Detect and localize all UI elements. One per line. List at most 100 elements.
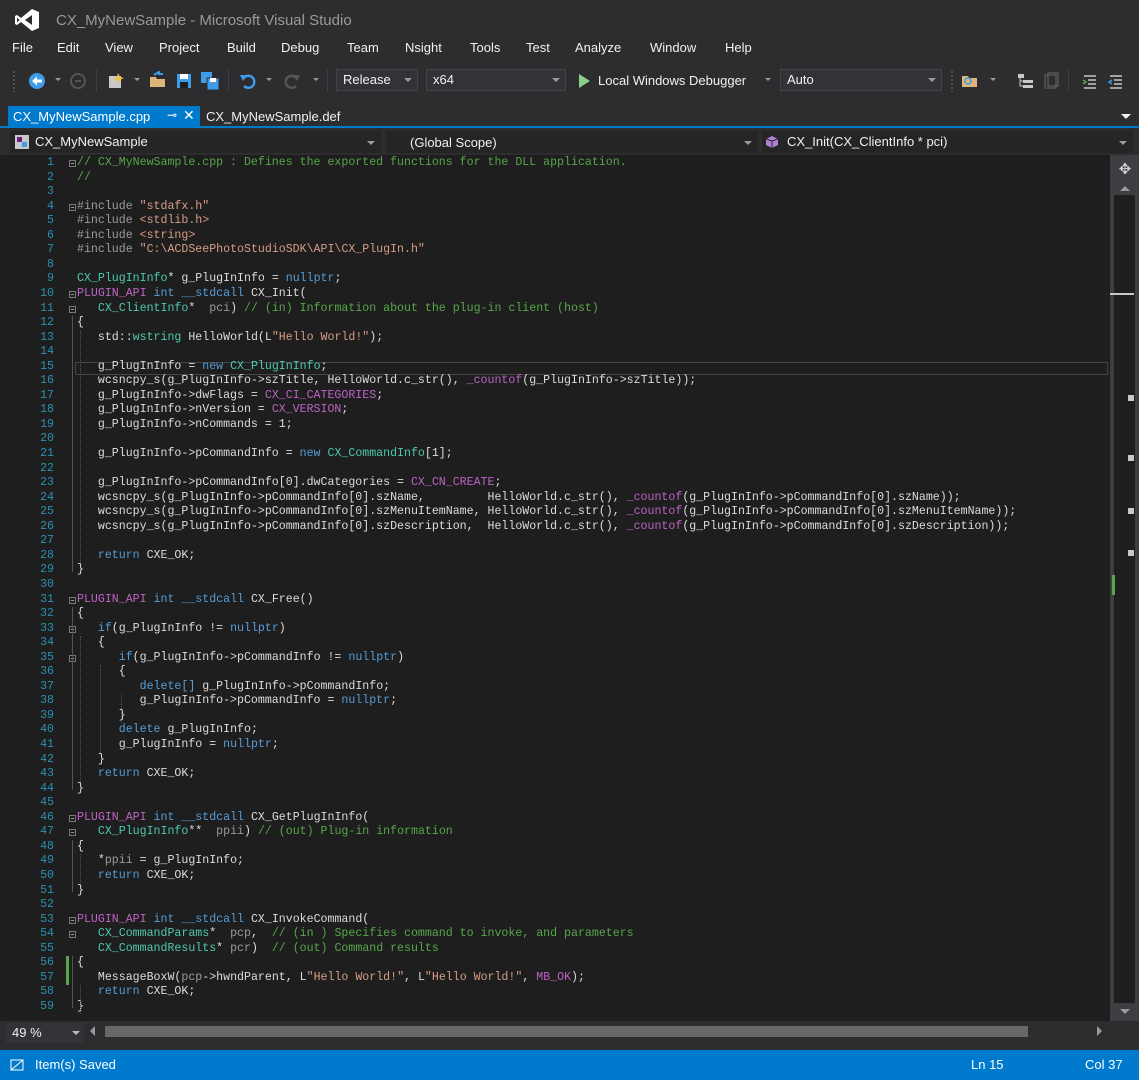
code-line[interactable]: {	[77, 840, 84, 855]
save-all-icon[interactable]	[200, 71, 220, 91]
code-line[interactable]: MessageBoxW(pcp->hwndParent, L"Hello Wor…	[77, 971, 585, 986]
code-line[interactable]: g_PlugInInfo = new CX_PlugInInfo;	[77, 360, 328, 375]
outline-collapse-icon[interactable]	[69, 290, 76, 298]
code-line[interactable]: g_PlugInInfo->nCommands = 1;	[77, 418, 293, 433]
code-line[interactable]: g_PlugInInfo->pCommandInfo[0].dwCategori…	[77, 476, 502, 491]
code-line[interactable]: #include "stdafx.h"	[77, 200, 209, 215]
menu-project[interactable]: Project	[159, 40, 199, 55]
code-line[interactable]: std::wstring HelloWorld(L"Hello World!")…	[77, 331, 383, 346]
scroll-down-icon[interactable]	[1120, 1009, 1130, 1014]
code-line[interactable]: #include "C:\ACDSeePhotoStudioSDK\API\CX…	[77, 243, 425, 258]
code-line[interactable]: g_PlugInInfo = nullptr;	[77, 738, 279, 753]
code-line[interactable]: CX_ClientInfo* pci) // (in) Information …	[77, 302, 599, 317]
code-line[interactable]: g_PlugInInfo->pCommandInfo = nullptr;	[77, 694, 397, 709]
tab-active-label[interactable]: CX_MyNewSample.cpp	[13, 109, 150, 124]
code-line[interactable]: #include <stdlib.h>	[77, 214, 209, 229]
menu-view[interactable]: View	[105, 40, 133, 55]
debugger-dropdown-icon[interactable]	[765, 78, 771, 81]
find-in-files-icon[interactable]	[960, 71, 980, 91]
undo-icon[interactable]	[238, 71, 258, 91]
code-line[interactable]: return CXE_OK;	[77, 985, 195, 1000]
scroll-right-icon[interactable]	[1097, 1026, 1102, 1036]
solution-configuration-select[interactable]: Release	[336, 69, 418, 91]
code-line[interactable]: //	[77, 171, 91, 186]
scroll-map[interactable]	[1114, 195, 1135, 1003]
find-dropdown-icon[interactable]	[990, 78, 996, 81]
code-line[interactable]: wcsncpy_s(g_PlugInInfo->pCommandInfo[0].…	[77, 520, 1009, 535]
code-line[interactable]: {	[77, 636, 105, 651]
debug-mode-select[interactable]: Auto	[780, 69, 942, 91]
code-editor[interactable]: 1 // CX_MyNewSample.cpp : Defines the exp…	[0, 155, 1110, 1021]
code-line[interactable]: wcsncpy_s(g_PlugInInfo->pCommandInfo[0].…	[77, 491, 961, 506]
code-line[interactable]: g_PlugInInfo->nVersion = CX_VERSION;	[77, 403, 349, 418]
scroll-up-icon[interactable]	[1120, 186, 1130, 191]
code-line[interactable]: return CXE_OK;	[77, 869, 195, 884]
code-line[interactable]: // CX_MyNewSample.cpp : Defines the expo…	[77, 156, 627, 171]
code-line[interactable]: }	[77, 563, 84, 578]
new-project-dropdown-icon[interactable]	[134, 78, 140, 81]
code-line[interactable]: delete g_PlugInInfo;	[77, 723, 258, 738]
code-line[interactable]: PLUGIN_API int __stdcall CX_InvokeComman…	[77, 913, 369, 928]
tab-overflow-dropdown-icon[interactable]	[1121, 114, 1131, 119]
menu-window[interactable]: Window	[650, 40, 696, 55]
code-line[interactable]: g_PlugInInfo->pCommandInfo = new CX_Comm…	[77, 447, 453, 462]
menu-help[interactable]: Help	[725, 40, 752, 55]
code-line[interactable]: #include <string>	[77, 229, 195, 244]
code-line[interactable]: CX_CommandParams* pcp, // (in ) Specifie…	[77, 927, 634, 942]
code-line[interactable]: }	[77, 782, 84, 797]
toolbar-grip-2[interactable]	[950, 70, 954, 92]
code-line[interactable]: CX_PlugInInfo** ppii) // (out) Plug-in i…	[77, 825, 453, 840]
code-line[interactable]: CX_CommandResults* pcr) // (out) Command…	[77, 942, 439, 957]
solution-explorer-icon[interactable]	[1015, 71, 1035, 91]
code-line[interactable]: }	[77, 884, 84, 899]
menu-debug[interactable]: Debug	[281, 40, 319, 55]
split-window-icon[interactable]: ✥	[1116, 160, 1134, 178]
toolbar-grip[interactable]	[12, 70, 16, 92]
scroll-left-icon[interactable]	[90, 1026, 95, 1036]
code-line[interactable]: {	[77, 316, 84, 331]
zoom-level[interactable]: 49 %	[12, 1025, 42, 1040]
code-line[interactable]: wcsncpy_s(g_PlugInInfo->pCommandInfo[0].…	[77, 505, 1016, 520]
outline-collapse-icon[interactable]	[69, 916, 76, 924]
navigate-forward-icon[interactable]	[68, 71, 88, 91]
outline-collapse-icon[interactable]	[69, 931, 76, 939]
close-tab-icon[interactable]: ✕	[183, 107, 195, 124]
code-line[interactable]: }	[77, 709, 126, 724]
code-line[interactable]: wcsncpy_s(g_PlugInInfo->szTitle, HelloWo…	[77, 374, 696, 389]
new-project-icon[interactable]	[106, 71, 126, 91]
code-line[interactable]: PLUGIN_API int __stdcall CX_Init(	[77, 287, 307, 302]
redo-icon[interactable]	[282, 71, 302, 91]
pin-tab-icon[interactable]: ⊸	[167, 108, 177, 122]
back-dropdown-icon[interactable]	[55, 78, 61, 81]
code-line[interactable]: return CXE_OK;	[77, 767, 195, 782]
code-line[interactable]: if(g_PlugInInfo->pCommandInfo != nullptr…	[77, 651, 404, 666]
code-line[interactable]: {	[77, 956, 84, 971]
start-debugger-button[interactable]: Local Windows Debugger	[598, 73, 746, 88]
menu-build[interactable]: Build	[227, 40, 256, 55]
horizontal-scrollbar-thumb[interactable]	[105, 1026, 1028, 1037]
outline-collapse-icon[interactable]	[69, 829, 76, 837]
menu-analyze[interactable]: Analyze	[575, 40, 621, 55]
code-line[interactable]: PLUGIN_API int __stdcall CX_GetPlugInInf…	[77, 811, 369, 826]
solution-platform-select[interactable]: x64	[426, 69, 566, 91]
outline-collapse-icon[interactable]	[69, 596, 76, 604]
code-line[interactable]: {	[77, 665, 126, 680]
navigate-back-icon[interactable]	[27, 71, 47, 91]
menu-edit[interactable]: Edit	[57, 40, 79, 55]
menu-test[interactable]: Test	[526, 40, 550, 55]
save-icon[interactable]	[174, 71, 194, 91]
menu-nsight[interactable]: Nsight	[405, 40, 442, 55]
project-dropdown[interactable]: CX_MyNewSample	[10, 131, 381, 153]
undo-dropdown-icon[interactable]	[266, 78, 272, 81]
code-line[interactable]: delete[] g_PlugInInfo->pCommandInfo;	[77, 680, 390, 695]
menu-tools[interactable]: Tools	[470, 40, 500, 55]
class-view-icon[interactable]	[1041, 71, 1061, 91]
zoom-dropdown-icon[interactable]	[72, 1031, 80, 1035]
comment-out-icon[interactable]	[1080, 71, 1100, 91]
member-dropdown[interactable]: CX_Init(CX_ClientInfo * pci)	[762, 131, 1133, 153]
outline-collapse-icon[interactable]	[69, 203, 76, 211]
code-line[interactable]: }	[77, 753, 105, 768]
uncomment-icon[interactable]	[1106, 71, 1126, 91]
outline-collapse-icon[interactable]	[69, 160, 76, 167]
menu-team[interactable]: Team	[347, 40, 379, 55]
